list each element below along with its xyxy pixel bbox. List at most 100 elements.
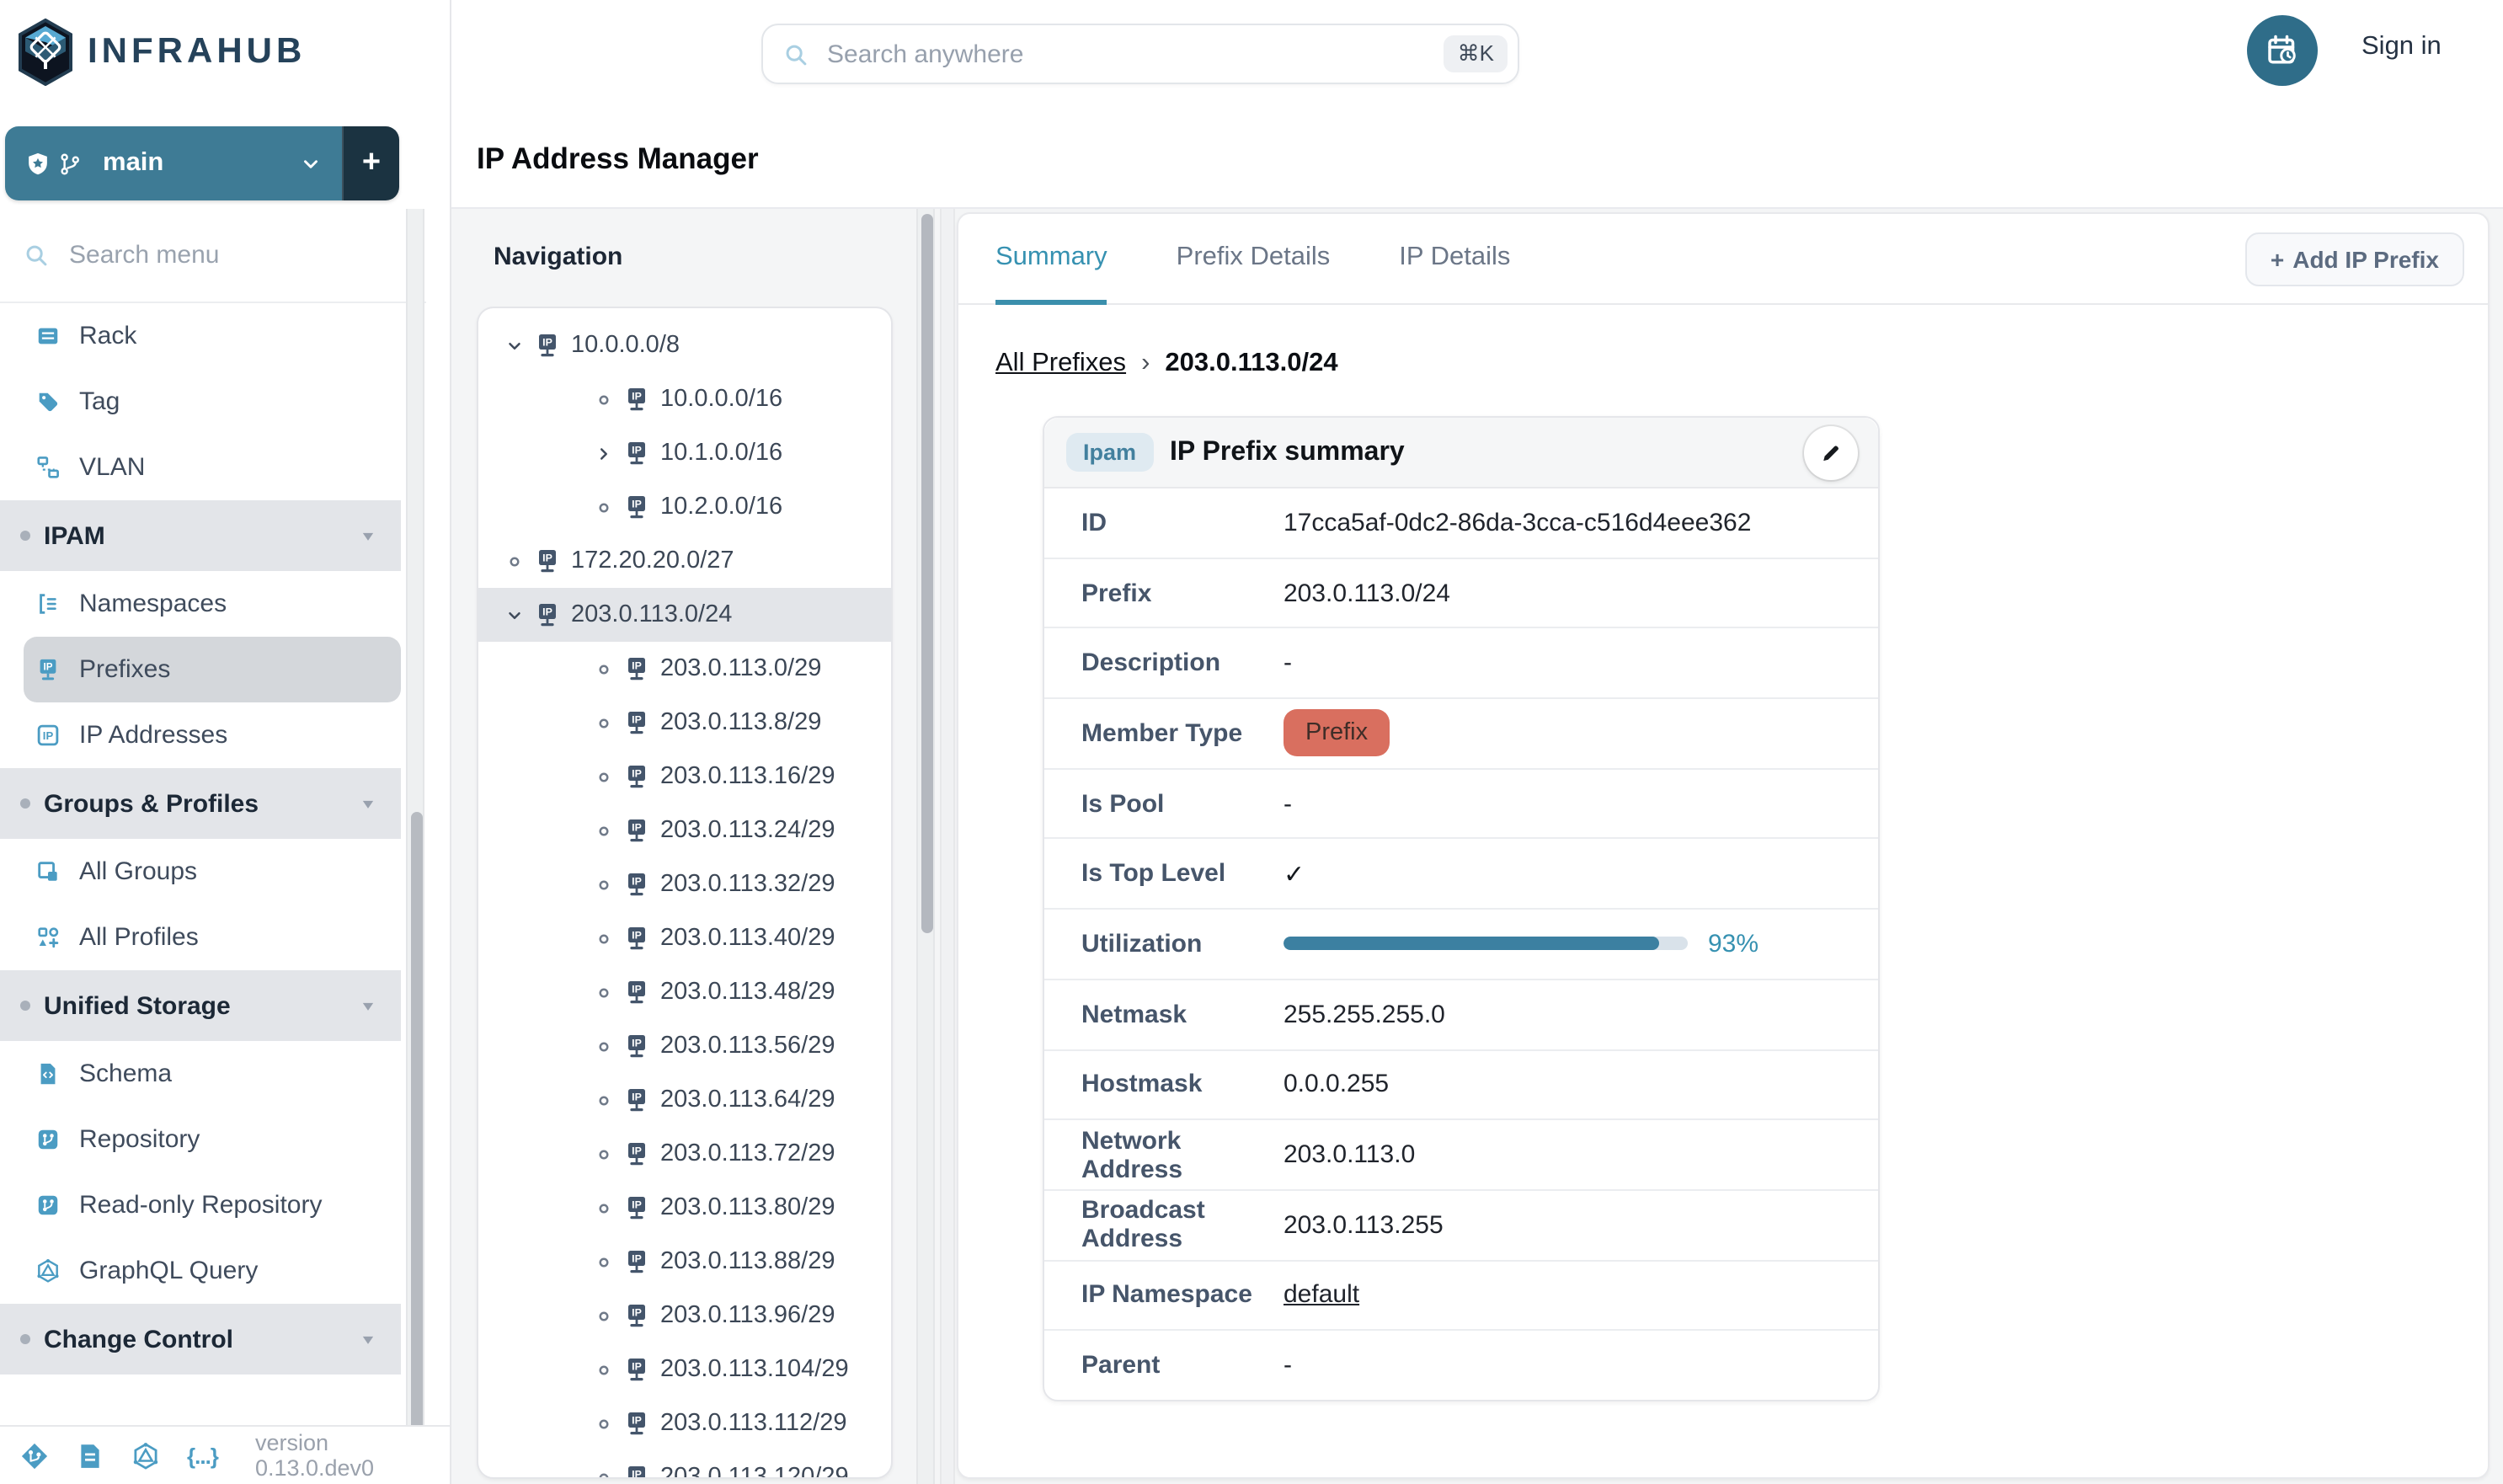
tab-prefix-details[interactable]: Prefix Details: [1177, 214, 1331, 305]
tree-scrollbar[interactable]: [916, 209, 935, 1484]
main-scrollbar[interactable]: [940, 209, 955, 1484]
tree-item-203-0-113-88-29[interactable]: 203.0.113.88/29: [478, 1235, 891, 1289]
global-search-input[interactable]: [824, 38, 1444, 70]
sidebar-item-tag[interactable]: Tag: [0, 369, 426, 435]
field-label: Broadcast Address: [1081, 1196, 1284, 1253]
sidebar-scrollbar-thumb[interactable]: [410, 812, 422, 1476]
bullet-icon: [20, 1334, 30, 1344]
tree-item-203-0-113-48-29[interactable]: 203.0.113.48/29: [478, 965, 891, 1019]
edit-button[interactable]: [1804, 426, 1858, 480]
logo[interactable]: INFRAHUB: [15, 19, 306, 86]
field-value-link[interactable]: default: [1284, 1281, 1359, 1310]
tree-item-10-0-0-0-16[interactable]: 10.0.0.0/16: [478, 372, 891, 426]
braces-icon[interactable]: {...}: [187, 1443, 218, 1468]
tree-item-203-0-113-80-29[interactable]: 203.0.113.80/29: [478, 1181, 891, 1235]
tab-summary[interactable]: Summary: [995, 214, 1107, 305]
sidebar-item-ip-addresses[interactable]: IP Addresses: [0, 702, 426, 768]
leaf-dot-icon: [595, 713, 613, 732]
tree-item-203-0-113-0-29[interactable]: 203.0.113.0/29: [478, 642, 891, 696]
chevron-down-icon[interactable]: [505, 606, 524, 624]
tree-item-203-0-113-40-29[interactable]: 203.0.113.40/29: [478, 911, 891, 965]
tree-item-203-0-113-64-29[interactable]: 203.0.113.64/29: [478, 1073, 891, 1127]
sidebar-item-prefixes[interactable]: Prefixes: [24, 637, 401, 702]
tree-scrollbar-thumb[interactable]: [921, 214, 932, 933]
sidebar-section-change-control[interactable]: Change Control: [0, 1304, 401, 1375]
chevron-down-icon: [300, 152, 322, 174]
field-value: -: [1284, 789, 1292, 818]
tree-item-10-1-0-0-16[interactable]: 10.1.0.0/16: [478, 426, 891, 480]
tree-item-203-0-113-72-29[interactable]: 203.0.113.72/29: [478, 1127, 891, 1181]
tree-item-10-0-0-0-8[interactable]: 10.0.0.0/8: [478, 318, 891, 372]
sidebar-item-all-profiles[interactable]: All Profiles: [0, 905, 426, 970]
breadcrumb-all-prefixes-link[interactable]: All Prefixes: [995, 349, 1126, 379]
ip-prefix-icon: [623, 709, 650, 736]
branch-selector: main +: [5, 126, 399, 200]
tree-item-203-0-113-112-29[interactable]: 203.0.113.112/29: [478, 1396, 891, 1450]
ip-prefix-icon: [623, 1248, 650, 1275]
ip-prefix-icon: [623, 1464, 650, 1479]
field-value: 203.0.113.0: [1284, 1140, 1415, 1169]
branch-select-button[interactable]: main: [5, 126, 342, 200]
document-icon[interactable]: [76, 1441, 104, 1470]
bullet-icon: [20, 531, 30, 541]
time-travel-button[interactable]: [2247, 15, 2318, 86]
graphql-icon[interactable]: [131, 1441, 160, 1470]
sidebar-section-unified-storage[interactable]: Unified Storage: [0, 970, 401, 1041]
tab-bar: Summary Prefix Details IP Details + Add IP…: [958, 214, 2488, 305]
leaf-dot-icon: [595, 1252, 613, 1271]
tree-item-203-0-113-0-24[interactable]: 203.0.113.0/24: [478, 588, 891, 642]
leaf-dot-icon: [595, 1306, 613, 1325]
tree-item-label: 203.0.113.112/29: [660, 1410, 846, 1437]
sidebar-section-groups-profiles[interactable]: Groups & Profiles: [0, 768, 401, 839]
tree-item-203-0-113-32-29[interactable]: 203.0.113.32/29: [478, 857, 891, 911]
sidebar-item-read-only-repository[interactable]: Read-only Repository: [0, 1172, 426, 1238]
summary-row-parent: Parent-: [1044, 1330, 1878, 1400]
tree-item-203-0-113-96-29[interactable]: 203.0.113.96/29: [478, 1289, 891, 1343]
tree-item-203-0-113-56-29[interactable]: 203.0.113.56/29: [478, 1019, 891, 1073]
tree-item-203-0-113-24-29[interactable]: 203.0.113.24/29: [478, 803, 891, 857]
sidebar-item-schema[interactable]: Schema: [0, 1041, 426, 1107]
tree-item-label: 203.0.113.48/29: [660, 979, 835, 1006]
ip-prefix-icon: [623, 1140, 650, 1167]
tree-item-172-20-20-0-27[interactable]: 172.20.20.0/27: [478, 534, 891, 588]
field-label: Parent: [1081, 1351, 1284, 1380]
tab-ip-details[interactable]: IP Details: [1399, 214, 1510, 305]
git-branch-icon[interactable]: [20, 1441, 49, 1470]
infrahub-logo-icon: [15, 19, 76, 86]
leaf-dot-icon: [595, 875, 613, 894]
tree-item-10-2-0-0-16[interactable]: 10.2.0.0/16: [478, 480, 891, 534]
summary-row-is-pool: Is Pool-: [1044, 768, 1878, 838]
tree-item-label: 10.1.0.0/16: [660, 440, 782, 467]
sidebar-item-repository[interactable]: Repository: [0, 1107, 426, 1172]
chevron-right-icon[interactable]: [595, 444, 613, 462]
search-icon: [24, 243, 49, 268]
sidebar-scrollbar[interactable]: [406, 209, 424, 1484]
tree-item-203-0-113-104-29[interactable]: 203.0.113.104/29: [478, 1343, 891, 1396]
sign-in-link[interactable]: Sign in: [2362, 32, 2442, 62]
tree-item-label: 203.0.113.0/24: [571, 601, 732, 628]
add-branch-button[interactable]: +: [342, 126, 399, 200]
summary-row-description: Description-: [1044, 627, 1878, 697]
leaf-dot-icon: [595, 390, 613, 408]
infrahub-app: INFRAHUB main + RackTagVLANIPAMNamespace…: [0, 0, 2503, 1484]
repository-icon: [35, 1193, 61, 1218]
sidebar-item-rack[interactable]: Rack: [0, 303, 426, 369]
sidebar-menu: RackTagVLANIPAMNamespacesPrefixesIP Addr…: [0, 303, 426, 1375]
sidebar-search-input[interactable]: [66, 239, 386, 271]
prefix-icon: [35, 657, 61, 682]
chevron-down-icon[interactable]: [505, 336, 524, 355]
leaf-dot-icon: [595, 983, 613, 1001]
sidebar-item-vlan[interactable]: VLAN: [0, 435, 426, 500]
sidebar-item-namespaces[interactable]: Namespaces: [0, 571, 426, 637]
sidebar-item-label: Repository: [79, 1125, 200, 1154]
tree-item-203-0-113-8-29[interactable]: 203.0.113.8/29: [478, 696, 891, 750]
sidebar-item-graphql-query[interactable]: GraphQL Query: [0, 1238, 426, 1304]
summary-row-broadcast-address: Broadcast Address203.0.113.255: [1044, 1189, 1878, 1259]
tree-item-label: 203.0.113.64/29: [660, 1086, 835, 1113]
sidebar-item-all-groups[interactable]: All Groups: [0, 839, 426, 905]
tree-item-203-0-113-16-29[interactable]: 203.0.113.16/29: [478, 750, 891, 803]
calendar-clock-icon: [2266, 34, 2299, 67]
add-ip-prefix-button[interactable]: + Add IP Prefix: [2245, 232, 2464, 286]
tree-item-203-0-113-120-29[interactable]: 203.0.113.120/29: [478, 1450, 891, 1479]
sidebar-section-ipam[interactable]: IPAM: [0, 500, 401, 571]
